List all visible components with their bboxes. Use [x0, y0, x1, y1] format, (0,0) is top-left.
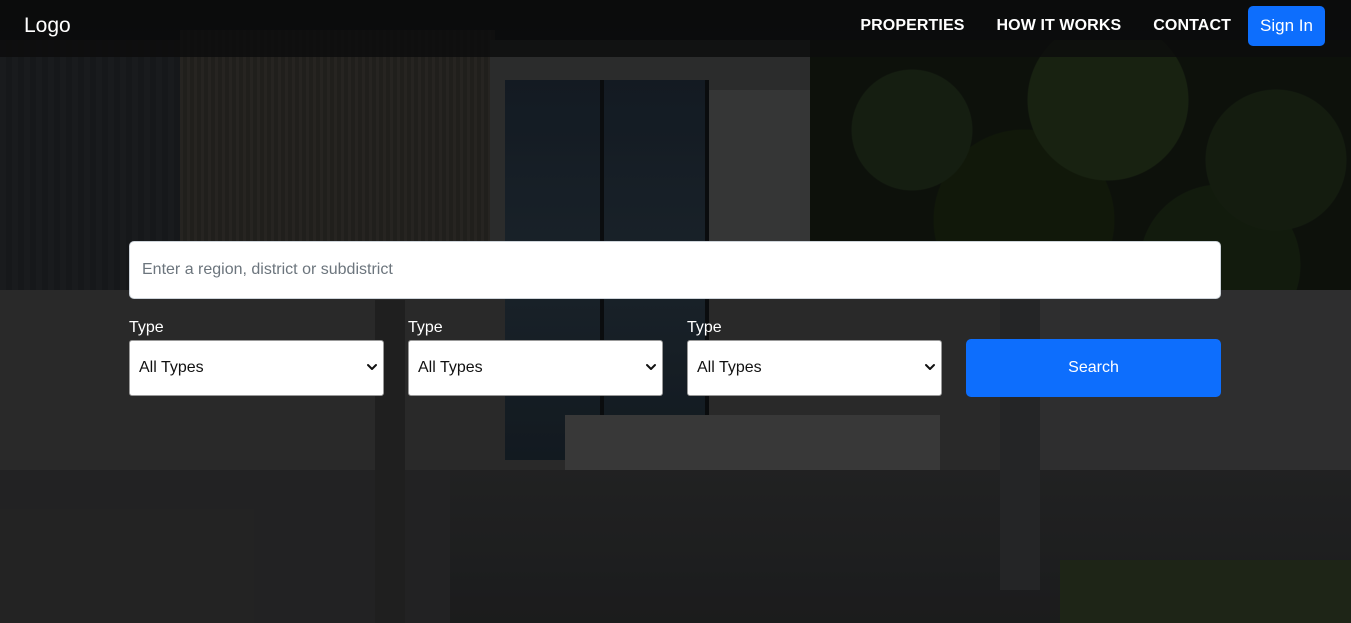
search-button[interactable]: Search: [966, 339, 1221, 397]
top-navbar: Logo PROPERTIES HOW IT WORKS CONTACT Sig…: [0, 0, 1351, 57]
type-filter-3-label: Type: [687, 319, 722, 336]
type-select-3[interactable]: All Types: [687, 340, 942, 396]
location-search-input[interactable]: [129, 241, 1221, 299]
sign-in-button[interactable]: Sign In: [1248, 6, 1325, 46]
chevron-down-icon: [646, 364, 656, 370]
chevron-down-icon: [367, 364, 377, 370]
nav-link-how-it-works[interactable]: HOW IT WORKS: [997, 17, 1122, 35]
type-filter-1: Type All Types: [129, 318, 384, 396]
hero-background: [0, 0, 1351, 623]
type-select-3-value: All Types: [697, 359, 762, 376]
type-select-2-value: All Types: [418, 359, 483, 376]
site-logo[interactable]: Logo: [24, 13, 71, 39]
type-filter-2-label: Type: [408, 319, 443, 336]
type-filter-2: Type All Types: [408, 318, 663, 396]
type-filter-1-label: Type: [129, 319, 164, 336]
chevron-down-icon: [925, 364, 935, 370]
type-filter-3: Type All Types: [687, 318, 942, 396]
hero-dark-overlay: [0, 0, 1351, 623]
nav-link-contact[interactable]: CONTACT: [1153, 17, 1231, 35]
type-select-1-value: All Types: [139, 359, 204, 376]
nav-links: PROPERTIES HOW IT WORKS CONTACT Sign In: [860, 6, 1325, 46]
type-select-1[interactable]: All Types: [129, 340, 384, 396]
type-select-2[interactable]: All Types: [408, 340, 663, 396]
nav-link-properties[interactable]: PROPERTIES: [860, 17, 964, 35]
